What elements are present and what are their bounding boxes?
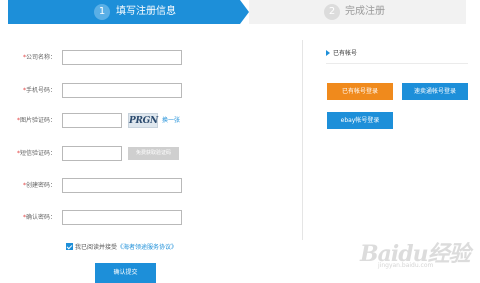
company-label: *公司名称： bbox=[22, 54, 56, 61]
sms-code-input[interactable] bbox=[62, 146, 122, 161]
phone-label: *手机号码： bbox=[22, 87, 56, 94]
step-2-number: 2 bbox=[324, 4, 340, 20]
existing-account-heading: 已有帐号 bbox=[326, 49, 357, 59]
confirm-password-row: *确认密码： bbox=[0, 210, 260, 226]
captcha-label: *图片验证码： bbox=[16, 117, 56, 124]
existing-account-login-button[interactable]: 已有帐号登录 bbox=[327, 83, 393, 100]
password-input[interactable] bbox=[62, 178, 182, 193]
sms-row: *短信验证码： 免费获取验证码 bbox=[0, 146, 260, 162]
captcha-image[interactable]: PRGN bbox=[128, 113, 158, 128]
password-row: *创建密码： bbox=[0, 178, 260, 194]
agreement-row: 我已阅读并接受《海者领途服务协议》 bbox=[66, 243, 177, 253]
company-row: *公司名称： bbox=[0, 50, 260, 66]
triangle-right-icon bbox=[326, 49, 330, 56]
step-1-label: 填写注册信息 bbox=[116, 6, 176, 17]
vertical-divider bbox=[302, 40, 303, 240]
agreement-text: 我已阅读并接受 bbox=[75, 244, 118, 251]
ebay-login-button[interactable]: ebay帐号登录 bbox=[327, 112, 393, 129]
step-arrow-icon bbox=[240, 0, 249, 24]
agree-checkbox[interactable] bbox=[66, 243, 73, 250]
phone-row: *手机号码： bbox=[0, 83, 260, 99]
captcha-refresh-link[interactable]: 换一张 bbox=[162, 116, 180, 126]
captcha-input[interactable] bbox=[62, 113, 122, 128]
service-agreement-link[interactable]: 《海者领途服务协议》 bbox=[117, 244, 177, 251]
sms-label: *短信验证码： bbox=[16, 150, 56, 157]
panel-divider bbox=[326, 63, 468, 64]
baidu-watermark-url: jingyan.baidu.com bbox=[378, 262, 434, 269]
company-input[interactable] bbox=[62, 50, 182, 65]
confirm-password-label: *确认密码： bbox=[22, 214, 56, 221]
step-1-number: 1 bbox=[94, 4, 110, 20]
step-1-active: 1 填写注册信息 bbox=[8, 0, 240, 24]
phone-input[interactable] bbox=[62, 83, 182, 98]
confirm-password-input[interactable] bbox=[62, 210, 182, 225]
captcha-row: *图片验证码： PRGN 换一张 bbox=[0, 113, 260, 129]
step-2-inactive: 2 完成注册 bbox=[249, 0, 466, 24]
step-progress-bar: 1 填写注册信息 2 完成注册 bbox=[8, 0, 466, 24]
password-label: *创建密码： bbox=[22, 182, 56, 189]
submit-button[interactable]: 确认提交 bbox=[95, 263, 156, 283]
registration-page: 1 填写注册信息 2 完成注册 *公司名称： *手机号码： *图片验证码： PR… bbox=[0, 0, 480, 283]
get-sms-code-button[interactable]: 免费获取验证码 bbox=[128, 147, 179, 160]
aliexpress-login-button[interactable]: 速卖通帐号登录 bbox=[402, 83, 468, 100]
step-2-label: 完成注册 bbox=[345, 6, 385, 17]
